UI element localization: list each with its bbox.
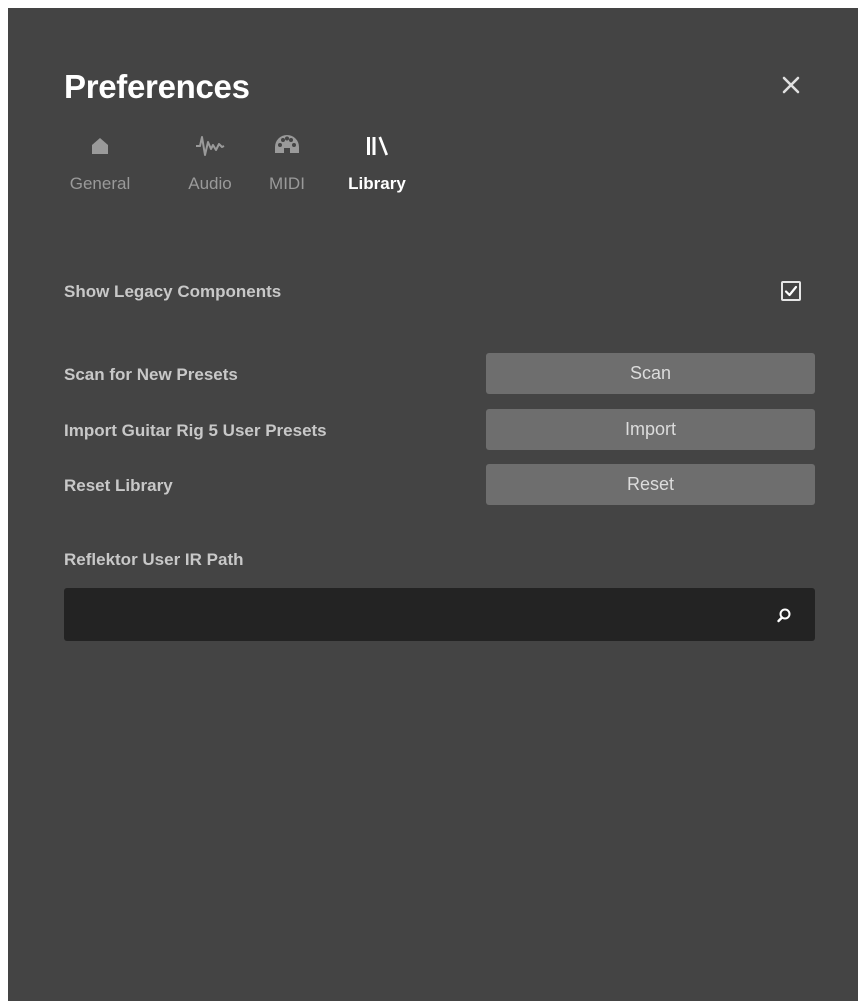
ir-path-field bbox=[64, 588, 815, 641]
midi-connector-icon bbox=[275, 135, 299, 153]
show-legacy-checkbox[interactable] bbox=[781, 281, 801, 301]
search-icon bbox=[777, 608, 791, 623]
reset-library-label: Reset Library bbox=[64, 476, 173, 495]
ir-path-input[interactable] bbox=[64, 588, 764, 641]
checkmark-icon bbox=[784, 285, 798, 297]
tab-general-label: General bbox=[69, 174, 131, 193]
dialog-title: Preferences bbox=[64, 68, 250, 105]
show-legacy-label: Show Legacy Components bbox=[64, 282, 282, 301]
import-button[interactable]: Import bbox=[486, 409, 815, 450]
import-presets-label: Import Guitar Rig 5 User Presets bbox=[64, 421, 327, 440]
home-icon bbox=[92, 138, 108, 154]
preferences-dialog: Preferences General Audio MIDI Library S… bbox=[8, 8, 858, 1001]
tab-audio[interactable]: Audio bbox=[180, 128, 240, 194]
tab-audio-label: Audio bbox=[188, 174, 232, 193]
tab-library[interactable]: Library bbox=[342, 128, 412, 194]
tab-midi[interactable]: MIDI bbox=[262, 128, 312, 194]
tab-library-label: Library bbox=[348, 174, 406, 193]
library-icon bbox=[367, 136, 388, 156]
waveform-icon bbox=[196, 136, 225, 156]
tab-midi-label: MIDI bbox=[269, 174, 305, 193]
scan-presets-label: Scan for New Presets bbox=[64, 365, 238, 384]
scan-button[interactable]: Scan bbox=[486, 353, 815, 394]
ir-path-label: Reflektor User IR Path bbox=[64, 550, 244, 569]
close-button[interactable] bbox=[776, 70, 806, 100]
search-button[interactable] bbox=[772, 603, 796, 627]
close-icon bbox=[782, 76, 800, 94]
tab-general[interactable]: General bbox=[64, 128, 136, 194]
reset-button[interactable]: Reset bbox=[486, 464, 815, 505]
